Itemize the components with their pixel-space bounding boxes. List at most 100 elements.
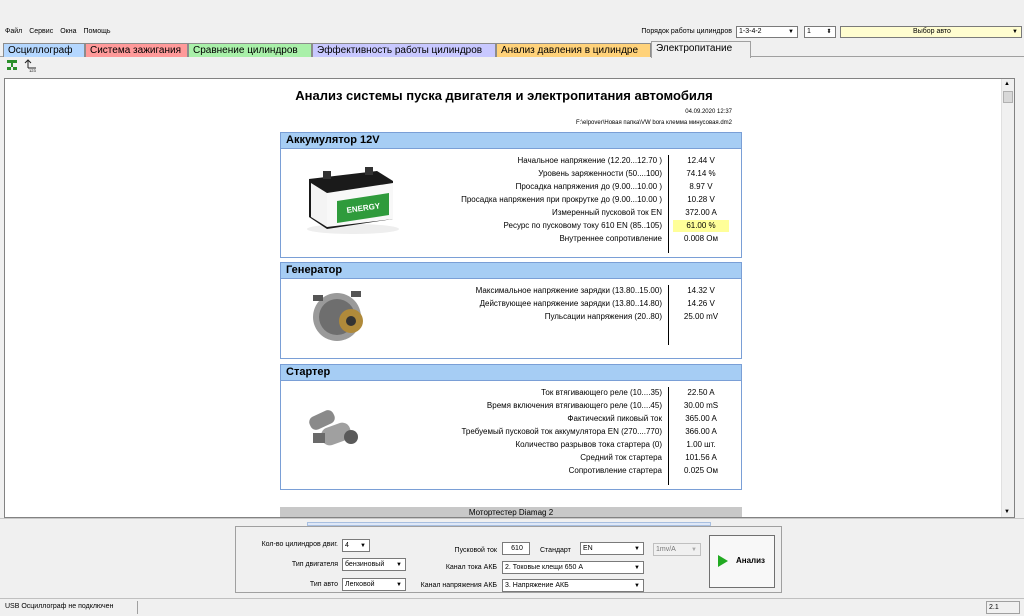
battery-channel-label: Канал тока АКБ [445,564,497,571]
param-row: Средний ток стартера 101.56 A [281,452,741,464]
param-value: 30.00 mS [683,401,719,410]
report-title: Анализ системы пуска двигателя и электро… [295,88,713,103]
param-row: Просадка напряжения до (9.00...10.00 ) 8.… [281,181,741,193]
tab-cylinder-efficiency[interactable]: Эффективность работы цилиндров [312,43,496,57]
battery-channel-value: 2. Токовые клещи 650 А [505,564,584,571]
car-select-label: Выбор авто [913,28,951,35]
param-value: 372.00 A [685,208,717,217]
section-title: Генератор [281,263,741,279]
firing-order-select[interactable]: 1-3-4-2 ▼ [736,26,798,38]
scroll-thumb[interactable] [1003,91,1013,103]
param-row: Измеренный пусковой ток EN 372.00 A [281,207,741,219]
firing-order-label: Порядок работы цилиндров [641,28,732,35]
param-row: Количество разрывов тока стартера (0) 1.0… [281,439,741,451]
start-current-input[interactable]: 610 [502,542,530,555]
param-row: Фактический пиковый ток 365.00 A [281,413,741,425]
app-window: Файл Сервис Окна Помощь Порядок работы цили… [0,0,1024,616]
param-value: 101.56 A [685,453,717,462]
engine-type-label: Тип двигателя [291,561,338,568]
param-row: Требуемый пусковой ток аккумулятора EN (… [281,426,741,438]
report-view: Анализ системы пуска двигателя и электро… [4,78,1015,518]
menu-file[interactable]: Файл [0,26,24,35]
svg-text:123: 123 [29,68,36,72]
menu-bar: Файл Сервис Окна Помощь Порядок работы цили… [0,26,1024,40]
chevron-down-icon: ▼ [396,582,402,588]
toolbar: 123 [0,57,1024,76]
connection-status: USB Осциллограф не подключен [0,601,138,614]
param-row: Время включения втягивающего реле (10...… [281,400,741,412]
param-row: Начальное напряжение (12.20...12.70 ) 12.… [281,155,741,167]
scroll-up-icon[interactable]: ▲ [1004,81,1010,87]
param-row: Действующее напряжение зарядки (13.80..1… [281,298,741,310]
chevron-down-icon: ▼ [634,546,640,552]
section-title: Аккумулятор 12V [281,133,741,149]
cyl-count-select[interactable]: 4 ▼ [342,539,370,552]
scale-select[interactable]: 1mv/A ▼ [653,543,701,556]
chevron-down-icon: ▼ [1012,29,1018,35]
param-value: 10.28 V [687,195,715,204]
param-value: 74.14 % [686,169,716,178]
param-row: Уровень заряженности (50....100) 74.14 % [281,168,741,180]
param-label: Требуемый пусковой ток аккумулятора EN (… [461,427,662,436]
chevron-down-icon: ▼ [634,565,640,571]
version-indicator: 2.1 [986,601,1020,614]
chevron-down-icon: ▼ [691,547,697,553]
param-row: Просадка напряжения при прокрутке до (9.… [281,194,741,206]
vertical-scrollbar[interactable]: ▲ ▼ [1001,79,1014,517]
spinner-arrows-icon: ⬍ [826,29,832,35]
param-value: 0.025 Ом [684,466,718,475]
param-label: Максимальное напряжение зарядки (13.80..… [475,286,662,295]
param-label: Действующее напряжение зарядки (13.80..1… [479,299,662,308]
analysis-settings-panel: Кол-во цилиндров двиг. 4 ▼ Тип двигателя … [235,526,782,593]
voltage-channel-label: Канал напряжения АКБ [420,582,497,589]
play-icon [718,555,728,567]
param-value: 1.00 шт. [686,440,716,449]
cylinder-spinner[interactable]: 1 ⬍ [804,26,836,38]
tab-pressure-analysis[interactable]: Анализ давления в цилиндре [496,43,651,57]
menu-service[interactable]: Сервис [24,26,55,35]
network-icon[interactable] [6,59,18,71]
car-type-label: Тип авто [309,581,338,588]
battery-section: Аккумулятор 12V ENERGY Начальное напряже… [280,132,742,258]
measure-icon[interactable]: 123 [24,59,38,72]
param-row: Внутреннее сопротивление 0.008 Ом [281,233,741,245]
tab-power-supply[interactable]: Электропитание [651,41,751,58]
report-footer: Мотортестер Diamag 2 [280,507,742,517]
menu-windows[interactable]: Окна [55,26,78,35]
param-label: Сопротивление стартера [568,466,662,475]
param-row: Пульсации напряжения (20..80) 25.00 mV [281,311,741,323]
engine-type-select[interactable]: бензиновый ▼ [342,558,406,571]
param-label: Уровень заряженности (50....100) [538,169,662,178]
battery-channel-select[interactable]: 2. Токовые клещи 650 А ▼ [502,561,644,574]
firing-order-value: 1-3-4-2 [739,28,762,35]
chevron-down-icon: ▼ [788,29,794,35]
tab-oscilloscope[interactable]: Осциллограф [3,43,85,57]
car-select[interactable]: Выбор авто ▼ [840,26,1022,38]
param-label: Пульсации напряжения (20..80) [544,312,662,321]
report-date: 04.09.2020 12:37 [685,109,732,115]
analyze-label: Анализ [736,556,766,565]
starter-section: Стартер Ток втягивающего реле (10....35)… [280,364,742,490]
param-value: 25.00 mV [683,312,719,321]
tab-ignition[interactable]: Система зажигания [85,43,188,57]
param-row: Ток втягивающего реле (10....35) 22.50 A [281,387,741,399]
chevron-down-icon: ▼ [634,583,640,589]
param-label: Внутреннее сопротивление [559,234,662,243]
param-label: Время включения втягивающего реле (10...… [486,401,662,410]
analyze-button[interactable]: Анализ [709,535,775,588]
report-file-path: F:\elpover\Новая папка\VW bora клемма ми… [576,120,732,126]
status-bar: USB Осциллограф не подключен 2.1 [0,598,1024,616]
menu-help[interactable]: Помощь [78,26,112,35]
car-type-select[interactable]: Легковой ▼ [342,578,406,591]
standard-select[interactable]: EN ▼ [580,542,644,555]
cyl-count-value: 4 [345,542,349,549]
section-title: Стартер [281,365,741,381]
param-value: 366.00 A [685,427,717,436]
voltage-channel-select[interactable]: 3. Напряжение АКБ ▼ [502,579,644,592]
cylinder-value: 1 [807,28,811,35]
scroll-down-icon[interactable]: ▼ [1004,509,1010,515]
param-value: 14.26 V [687,299,715,308]
tab-cylinder-compare[interactable]: Сравнение цилиндров [188,43,312,57]
param-row: Ресурс по пусковому току 610 EN (85..105… [281,220,741,232]
control-panel-area: Кол-во цилиндров двиг. 4 ▼ Тип двигателя … [0,518,1024,596]
